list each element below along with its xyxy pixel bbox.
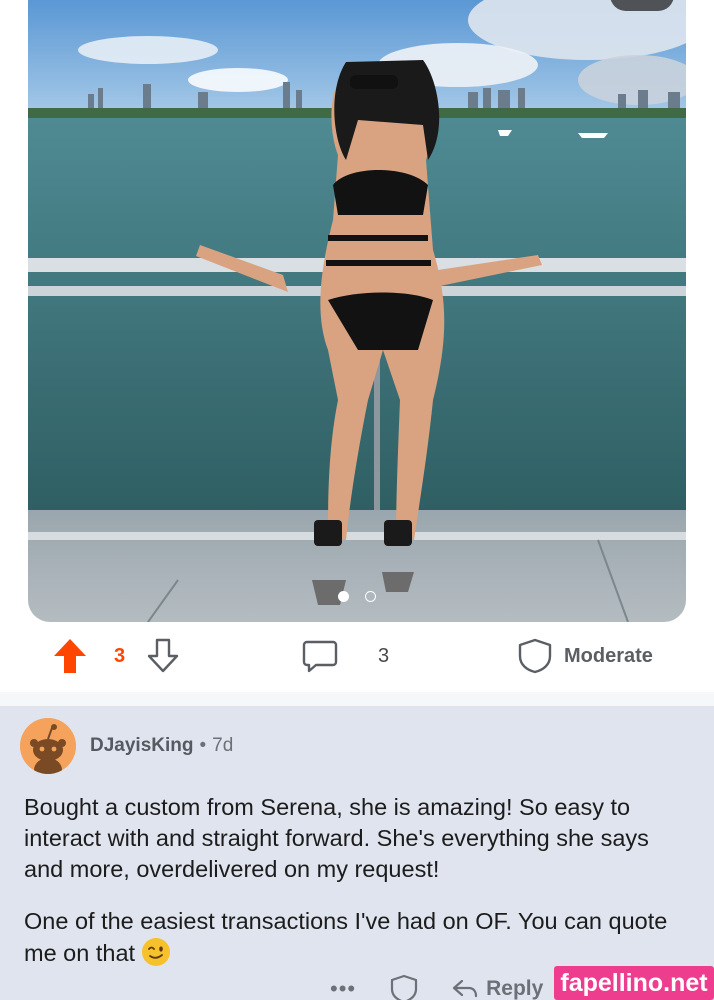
gallery-dot-2[interactable] bbox=[365, 591, 376, 602]
comment-card: DJayisKing • 7d Bought a custom from Ser… bbox=[0, 706, 714, 1000]
post-action-bar: 3 3 Moderate bbox=[0, 622, 714, 692]
more-options-button[interactable]: ••• bbox=[330, 976, 356, 1000]
image-counter-badge: 1/2 bbox=[610, 0, 674, 11]
meta-separator: • bbox=[199, 735, 207, 756]
comment-bubble-icon bbox=[302, 640, 338, 673]
comment-actions: ••• Reply bbox=[330, 974, 543, 1000]
gallery-pagination bbox=[28, 591, 686, 602]
post-photo bbox=[28, 0, 686, 622]
vote-control: 3 bbox=[52, 638, 181, 674]
reply-label: Reply bbox=[486, 977, 544, 1000]
comment-header: DJayisKing • 7d bbox=[20, 718, 233, 774]
post-image-gallery[interactable]: 1/2 bbox=[28, 0, 686, 622]
comment-count: 3 bbox=[378, 644, 390, 667]
reddit-post-screen: 1/2 3 3 bbox=[0, 0, 714, 1000]
moderate-label: Moderate bbox=[564, 644, 653, 667]
reply-button[interactable]: Reply bbox=[452, 977, 543, 1000]
moderate-button[interactable]: Moderate bbox=[518, 638, 653, 674]
winking-face-icon bbox=[142, 938, 171, 966]
downvote-icon[interactable] bbox=[145, 638, 181, 674]
avatar[interactable] bbox=[20, 718, 76, 774]
shield-icon[interactable] bbox=[390, 974, 418, 1000]
section-divider bbox=[0, 692, 714, 706]
vote-count: 3 bbox=[114, 644, 126, 667]
upvote-icon[interactable] bbox=[52, 638, 88, 674]
comment-paragraph-2-text: One of the easiest transactions I've had… bbox=[24, 908, 668, 966]
gallery-dot-1[interactable] bbox=[338, 591, 349, 602]
reply-arrow-icon bbox=[453, 979, 478, 998]
watermark: fapellino.net bbox=[554, 966, 714, 1000]
comment-body: Bought a custom from Serena, she is amaz… bbox=[24, 792, 694, 990]
comments-button[interactable]: 3 bbox=[302, 638, 389, 674]
comment-paragraph-1: Bought a custom from Serena, she is amaz… bbox=[24, 794, 649, 882]
comment-username[interactable]: DJayisKing bbox=[90, 735, 193, 757]
shield-icon bbox=[518, 638, 552, 674]
comment-age: 7d bbox=[212, 735, 234, 756]
snoo-avatar-icon bbox=[20, 718, 76, 774]
comment-paragraph-2: One of the easiest transactions I've had… bbox=[24, 906, 694, 969]
